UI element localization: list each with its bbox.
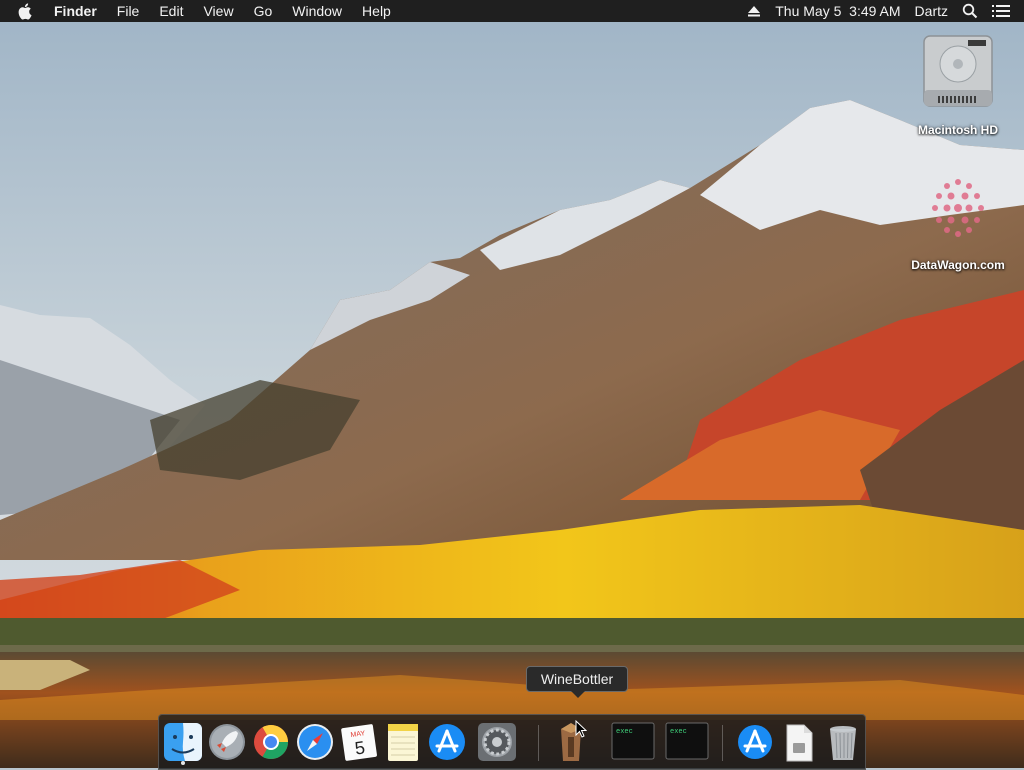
app-store-icon [429,724,465,760]
dock-running-indicator [181,761,185,765]
dock-item-finder[interactable] [163,721,203,763]
dock-separator [538,725,539,761]
dock-item-calendar[interactable]: MAY 5 [339,721,379,763]
hard-drive-icon [923,35,993,107]
dock-item-app-store[interactable] [427,721,467,763]
calendar-icon: MAY 5 [341,724,377,761]
dock-item-exec-terminal-1[interactable]: exec [611,721,655,763]
notes-icon [388,724,418,761]
chrome-icon [254,725,288,759]
document-icon [786,724,813,762]
menu-view[interactable]: View [203,0,233,22]
rocket-icon [209,724,245,760]
desktop-wallpaper [0,0,1024,768]
menu-app-finder[interactable]: Finder [54,0,97,22]
list-icon[interactable] [992,4,1010,18]
terminal-label: exec [670,728,687,736]
trash-icon [830,726,856,760]
menu-edit[interactable]: Edit [159,0,183,22]
app-store-icon [738,725,772,759]
desktop-icon-macintosh-hd[interactable]: Macintosh HD [905,32,1011,137]
tooltip-arrow [571,691,585,698]
apple-logo-icon[interactable] [18,2,34,20]
mouse-pointer-icon [575,720,587,738]
desktop-icon-label: Macintosh HD [917,123,998,137]
dock-item-system-preferences[interactable] [477,721,517,763]
eject-icon[interactable] [747,5,761,17]
search-icon[interactable] [962,3,978,19]
dock-item-downloads[interactable] [779,721,819,763]
finder-icon [164,723,202,761]
dock-item-trash[interactable] [823,721,863,763]
dock-item-safari[interactable] [295,721,335,763]
dock-item-exec-terminal-2[interactable]: exec [665,721,709,763]
desktop-icon-datawagon[interactable]: DataWagon.com [900,172,1016,272]
menu-help[interactable]: Help [362,0,391,22]
dock-separator [722,725,723,761]
menu-bar-extras: Thu May 5 3:49 AM Dartz [747,0,1024,22]
desktop-icon-label: DataWagon.com [911,258,1005,272]
menu-bar: Finder File Edit View Go Window Help Thu… [0,0,1024,22]
compass-icon [297,724,333,760]
clock-datetime[interactable]: Thu May 5 3:49 AM [775,0,900,22]
terminal-label: exec [616,728,633,736]
dock-item-chrome[interactable] [251,721,291,763]
menu-window[interactable]: Window [292,0,342,22]
gear-icon [478,723,516,761]
dock: MAY 5 exec exec [158,714,866,770]
dock-tooltip: WineBottler [526,666,628,692]
dock-item-applications[interactable] [735,721,775,763]
user-menu[interactable]: Dartz [915,0,948,22]
terminal-icon: exec [611,722,655,760]
dock-item-launchpad[interactable] [207,721,247,763]
dock-item-notes[interactable] [383,721,423,763]
terminal-icon: exec [665,722,709,760]
menu-file[interactable]: File [117,0,140,22]
menu-go[interactable]: Go [254,0,273,22]
datawagon-logo-icon [932,179,984,237]
